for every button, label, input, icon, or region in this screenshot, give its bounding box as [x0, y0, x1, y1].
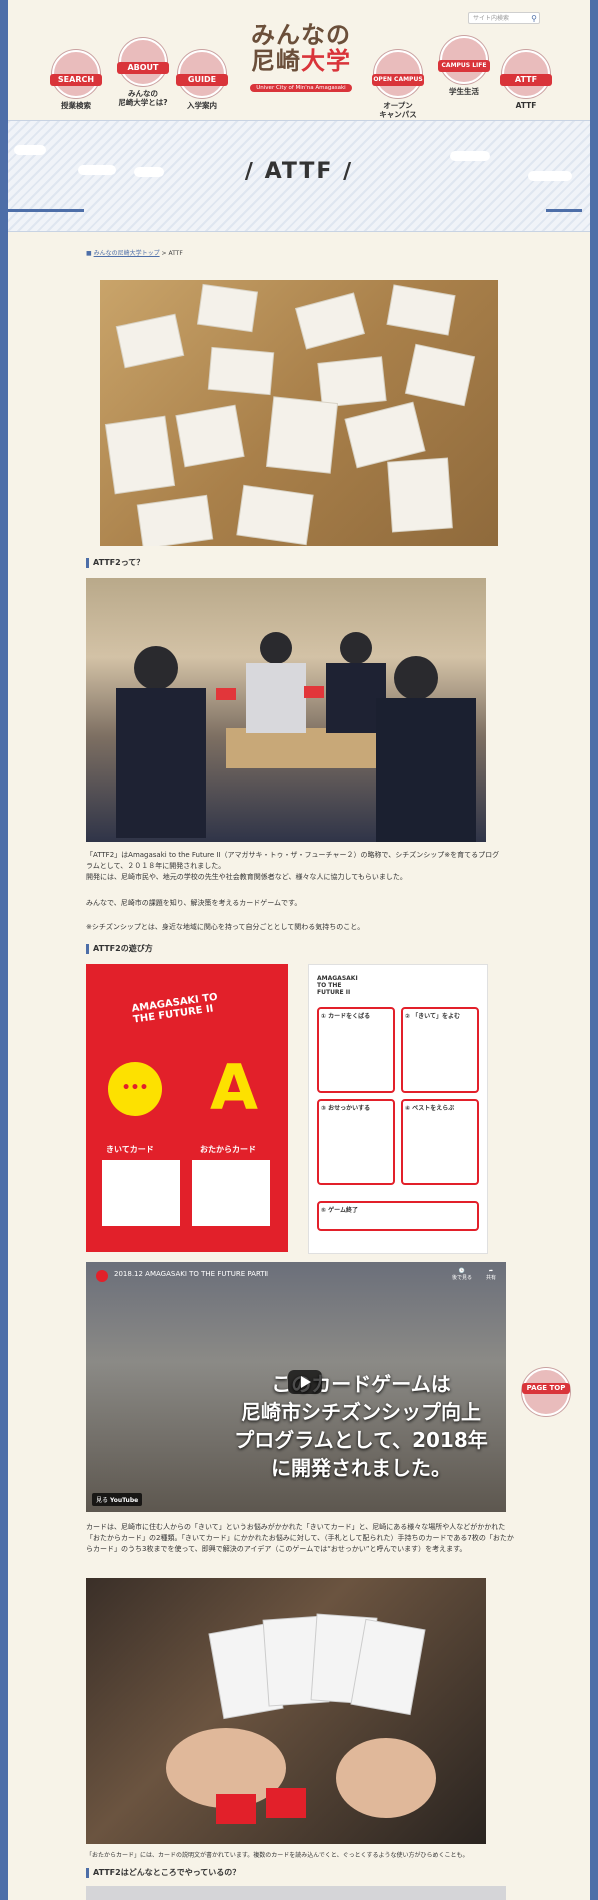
next-image-partial [86, 1886, 506, 1900]
photo-caption: 「おたからカード」には、カードの説明文が書かれています。複数のカードを読み込んで… [86, 1852, 469, 1859]
open-campus-badge-icon: OPEN CAMPUS [372, 50, 424, 98]
logo-subtitle: Univer City of Min'na Amagasaki [250, 84, 352, 92]
cards-illustration [104, 283, 476, 546]
nav-attf[interactable]: ATTF ATTF [500, 50, 552, 110]
cloud-icon [14, 145, 46, 155]
rule-step-1: ① カードをくばる [317, 1007, 395, 1093]
label-otakara-card: おたからカード [200, 1145, 256, 1154]
cards-on-table-photo [100, 280, 498, 546]
youtube-video-embed[interactable]: 2018.12 AMAGASAKI TO THE FUTURE PARTⅡ 🕓 後… [86, 1262, 506, 1512]
letter-a-icon: A [210, 1051, 258, 1124]
card-box-image: AMAGASAKI TO THE FUTURE II ••• A きいてカード … [86, 964, 288, 1252]
attf-badge-icon: ATTF [500, 50, 552, 98]
speech-bubble-icon: ••• [108, 1062, 162, 1116]
page-frame: サイト内検索 ⚲ みんなの 尼崎大学 Univer City of Min'na… [8, 0, 590, 1900]
section-heading-howto: ATTF2の遊び方 [86, 944, 153, 954]
card-explanation-paragraph: カードは、尼崎市に住む人からの「きいて」というお悩みがかかれた「きいてカード」と… [86, 1523, 514, 1553]
intro-note: ※シチズンシップとは、身近な地域に関心を持って自分ごととして関わる気持ちのこと。 [86, 923, 365, 931]
card-box-logo: AMAGASAKI TO THE FUTURE II [131, 991, 219, 1026]
rule-step-3: ③ おせっかいする [317, 1099, 395, 1185]
watch-on-youtube-button[interactable]: 見る YouTube [92, 1493, 143, 1506]
rules-sheet-image: AMAGASAKI TO THE FUTURE II ① カードをくばる ② 「… [308, 964, 488, 1254]
logo-line1: みんなの [251, 21, 351, 49]
search-placeholder: サイト内検索 [473, 15, 510, 22]
breadcrumb-home-link[interactable]: みんなの尼崎大学トップ [94, 250, 160, 257]
channel-avatar[interactable] [96, 1270, 108, 1282]
logo-line2: 尼崎大学 [251, 47, 351, 75]
label-kiite-card: きいてカード [106, 1145, 154, 1154]
nav-guide[interactable]: GUIDE 入学案内 [176, 50, 228, 110]
breadcrumb: ■ みんなの尼崎大学トップ > ATTF [86, 250, 183, 257]
about-badge-icon: ABOUT [117, 38, 169, 86]
page-top-button[interactable]: PAGE TOP [522, 1368, 570, 1416]
ship-icon [546, 199, 582, 212]
video-overlay-text: このカードゲームは 尼崎市シチズンシップ向上 プログラムとして、2018年 に開… [234, 1372, 488, 1480]
breadcrumb-current: ATTF [168, 250, 183, 257]
play-button[interactable] [288, 1370, 322, 1394]
students-playing-photo [86, 578, 486, 842]
page-banner: ∕ ATTF ∕ [8, 120, 590, 232]
page-top-label: PAGE TOP [522, 1383, 570, 1394]
search-badge-icon: SEARCH [50, 50, 102, 98]
nav-about[interactable]: ABOUT みんなの 尼崎大学とは? [116, 38, 170, 107]
section-heading-where: ATTF2はどんなところでやっているの？ [86, 1868, 240, 1878]
nav-campus-life[interactable]: CAMPUS LIFE 学生生活 [438, 36, 490, 96]
intro-paragraph-1: 「ATTF2」はAmagasaki to the Future II（アマガサキ… [86, 851, 500, 881]
rule-step-4: ④ ベストをえらぶ [401, 1099, 479, 1185]
otakara-card-sample [192, 1160, 270, 1226]
play-icon [301, 1376, 311, 1388]
nav-open-campus[interactable]: OPEN CAMPUS オープン キャンパス [372, 50, 424, 119]
share-button[interactable]: ➦ 共有 [486, 1268, 496, 1281]
site-logo[interactable]: みんなの 尼崎大学 Univer City of Min'na Amagasak… [245, 22, 357, 93]
site-search-input[interactable]: サイト内検索 ⚲ [468, 12, 540, 24]
rules-logo: AMAGASAKI TO THE FUTURE II [317, 975, 358, 996]
campus-life-badge-icon: CAMPUS LIFE [438, 36, 490, 84]
ship-icon [8, 199, 84, 212]
video-title[interactable]: 2018.12 AMAGASAKI TO THE FUTURE PARTⅡ [114, 1270, 268, 1278]
intro-paragraph-2: みんなで、尼崎市の課題を知り、解決策を考えるカードゲームです。 [86, 899, 302, 907]
holding-cards-photo [86, 1578, 486, 1844]
watch-later-button[interactable]: 🕓 後で見る [452, 1268, 472, 1281]
page-title: ∕ ATTF ∕ [244, 159, 354, 184]
site-header: サイト内検索 ⚲ みんなの 尼崎大学 Univer City of Min'na… [8, 0, 590, 120]
section-heading-what: ATTF2って？ [86, 558, 144, 568]
rule-step-2: ② 「きいて」をよむ [401, 1007, 479, 1093]
home-icon: ■ [86, 250, 92, 257]
search-icon[interactable]: ⚲ [531, 13, 537, 25]
rule-step-5: ⑤ ゲーム終了 [317, 1201, 479, 1231]
nav-search[interactable]: SEARCH 授業検索 [50, 50, 102, 110]
kiite-card-sample [102, 1160, 180, 1226]
guide-badge-icon: GUIDE [176, 50, 228, 98]
